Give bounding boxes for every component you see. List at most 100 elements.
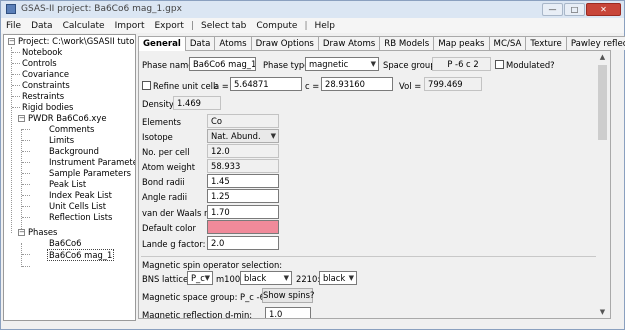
tab-draw-atoms[interactable]: Draw Atoms bbox=[317, 36, 381, 50]
minimize-button[interactable]: — bbox=[542, 3, 563, 16]
tree-item-controls[interactable]: Controls bbox=[22, 58, 57, 69]
tab-data[interactable]: Data bbox=[184, 36, 216, 50]
angle-radii-field[interactable]: 1.25 bbox=[207, 189, 279, 203]
mag-refl-dmin-field[interactable]: 1.0 bbox=[265, 307, 311, 318]
lande-g-label: Lande g factor: bbox=[142, 239, 206, 249]
m2210-select[interactable]: black ▼ bbox=[319, 271, 357, 285]
modulated-label: Modulated? bbox=[506, 60, 555, 70]
tree-item-powder[interactable]: PWDR Ba6Co6.xye bbox=[28, 113, 107, 124]
tab-map-peaks[interactable]: Map peaks bbox=[433, 36, 490, 50]
tab-atoms[interactable]: Atoms bbox=[214, 36, 252, 50]
chevron-down-icon: ▼ bbox=[283, 274, 289, 282]
selected-node-label: Ba6Co6 mag_1 bbox=[47, 249, 115, 261]
tree-item-unit-cells-list[interactable]: Unit Cells List bbox=[49, 201, 106, 212]
menu-file[interactable]: File bbox=[1, 21, 26, 31]
close-button[interactable]: ✕ bbox=[586, 3, 621, 16]
phase-name-field[interactable]: Ba6Co6 mag_1 bbox=[189, 57, 256, 71]
maximize-icon: □ bbox=[570, 5, 579, 14]
tab-pawley-reflections[interactable]: Pawley reflections bbox=[565, 36, 625, 50]
atom-weight-label: Atom weight bbox=[142, 162, 196, 172]
mag-refl-dmin-label: Magnetic reflection d-min: bbox=[142, 310, 253, 319]
scroll-up-icon[interactable]: ▲ bbox=[597, 51, 608, 63]
tab-draw-options[interactable]: Draw Options bbox=[250, 36, 319, 50]
menu-import[interactable]: Import bbox=[110, 21, 150, 31]
tree-item-peak-list[interactable]: Peak List bbox=[49, 179, 86, 190]
tree-item-restraints[interactable]: Restraints bbox=[22, 91, 64, 102]
tree-item-constraints[interactable]: Constraints bbox=[22, 80, 70, 91]
modulated-checkbox[interactable] bbox=[495, 60, 504, 69]
tree-item-instrument-parameters[interactable]: Instrument Parameters bbox=[49, 157, 135, 168]
chevron-down-icon: ▼ bbox=[204, 274, 210, 282]
tree-item-phase-ba6co6-mag1[interactable]: Ba6Co6 mag_1 bbox=[47, 249, 115, 261]
menu-data[interactable]: Data bbox=[26, 21, 58, 31]
tree-item-rigid-bodies[interactable]: Rigid bodies bbox=[22, 102, 73, 113]
tree-connector bbox=[22, 140, 30, 141]
tab-texture[interactable]: Texture bbox=[525, 36, 567, 50]
lande-g-field[interactable]: 2.0 bbox=[207, 236, 279, 250]
m2210-value: black bbox=[323, 273, 346, 283]
show-spins-button[interactable]: Show spins? bbox=[262, 288, 314, 303]
menu-help[interactable]: Help bbox=[309, 21, 340, 31]
tree-item-project[interactable]: Project: C:\work\GSASII tutorials bbox=[18, 36, 135, 47]
close-icon: ✕ bbox=[600, 5, 607, 14]
tab-mc-sa[interactable]: MC/SA bbox=[488, 36, 527, 50]
a-field[interactable]: 5.64871 bbox=[230, 77, 302, 91]
chevron-down-icon: ▼ bbox=[270, 132, 276, 140]
tree-connector bbox=[22, 206, 30, 207]
menu-select-tab[interactable]: Select tab bbox=[196, 21, 251, 31]
tree-item-background[interactable]: Background bbox=[49, 146, 99, 157]
tree-connector bbox=[21, 243, 22, 267]
maximize-button[interactable]: □ bbox=[564, 3, 585, 16]
tree-item-comments[interactable]: Comments bbox=[49, 124, 94, 135]
collapse-phases-icon[interactable]: − bbox=[18, 229, 25, 236]
no-per-cell-label: No. per cell bbox=[142, 147, 190, 157]
tree-item-index-peak-list[interactable]: Index Peak List bbox=[49, 190, 112, 201]
tree-item-limits[interactable]: Limits bbox=[49, 135, 74, 146]
chevron-down-icon: ▼ bbox=[370, 60, 376, 68]
bond-radii-field[interactable]: 1.45 bbox=[207, 174, 279, 188]
tree-item-phase-ba6co6[interactable]: Ba6Co6 bbox=[49, 238, 82, 249]
tab-general[interactable]: General bbox=[138, 36, 186, 51]
tree-connector bbox=[12, 96, 20, 97]
refine-cell-checkbox[interactable] bbox=[142, 81, 151, 90]
tree-connector bbox=[12, 107, 20, 108]
bns-lattice-value: P_c bbox=[191, 273, 205, 283]
menu-compute[interactable]: Compute bbox=[251, 21, 302, 31]
tree-item-notebook[interactable]: Notebook bbox=[22, 47, 62, 58]
no-per-cell-field: 12.0 bbox=[207, 144, 279, 158]
app-icon bbox=[6, 4, 16, 14]
title-bar: GSAS-II project: Ba6Co6 mag_1.gpx — □ ✕ bbox=[1, 1, 624, 18]
c-label: c = bbox=[305, 81, 320, 91]
tab-bar: General Data Atoms Draw Options Draw Ato… bbox=[138, 36, 625, 51]
tree-connector bbox=[22, 217, 30, 218]
tree-item-reflection-lists[interactable]: Reflection Lists bbox=[49, 212, 112, 223]
tree-item-phases[interactable]: Phases bbox=[28, 227, 57, 238]
menu-export[interactable]: Export bbox=[149, 21, 188, 31]
menu-bar: File Data Calculate Import Export | Sele… bbox=[1, 18, 624, 33]
vdw-radii-field[interactable]: 1.70 bbox=[207, 205, 279, 219]
default-color-swatch[interactable] bbox=[207, 220, 279, 234]
minimize-icon: — bbox=[548, 5, 557, 14]
panel-scrollbar[interactable]: ▲ ▼ bbox=[597, 51, 608, 318]
tab-rb-models[interactable]: RB Models bbox=[379, 36, 435, 50]
space-group-field[interactable]: P -6 c 2 bbox=[432, 57, 491, 71]
tree-item-covariance[interactable]: Covariance bbox=[22, 69, 69, 80]
tree-connector bbox=[22, 266, 30, 267]
scroll-down-icon[interactable]: ▼ bbox=[597, 306, 608, 318]
bns-lattice-select[interactable]: P_c ▼ bbox=[187, 271, 213, 285]
menu-calculate[interactable]: Calculate bbox=[58, 21, 110, 31]
scroll-thumb[interactable] bbox=[598, 65, 607, 140]
isotope-select[interactable]: Nat. Abund. ▼ bbox=[207, 129, 279, 143]
phase-type-select[interactable]: magnetic ▼ bbox=[305, 57, 379, 71]
c-field[interactable]: 28.93160 bbox=[321, 77, 393, 91]
m100-select[interactable]: black ▼ bbox=[240, 271, 292, 285]
chevron-down-icon: ▼ bbox=[348, 274, 354, 282]
isotope-label: Isotope bbox=[142, 132, 173, 142]
atom-weight-field: 58.933 bbox=[207, 159, 279, 173]
tree-item-sample-parameters[interactable]: Sample Parameters bbox=[49, 168, 131, 179]
data-tree[interactable]: − Project: C:\work\GSASII tutorials Note… bbox=[3, 34, 136, 321]
collapse-project-icon[interactable]: − bbox=[8, 38, 15, 45]
a-label: a = bbox=[214, 81, 229, 91]
collapse-powder-icon[interactable]: − bbox=[18, 115, 25, 122]
elements-field: Co bbox=[207, 114, 279, 128]
